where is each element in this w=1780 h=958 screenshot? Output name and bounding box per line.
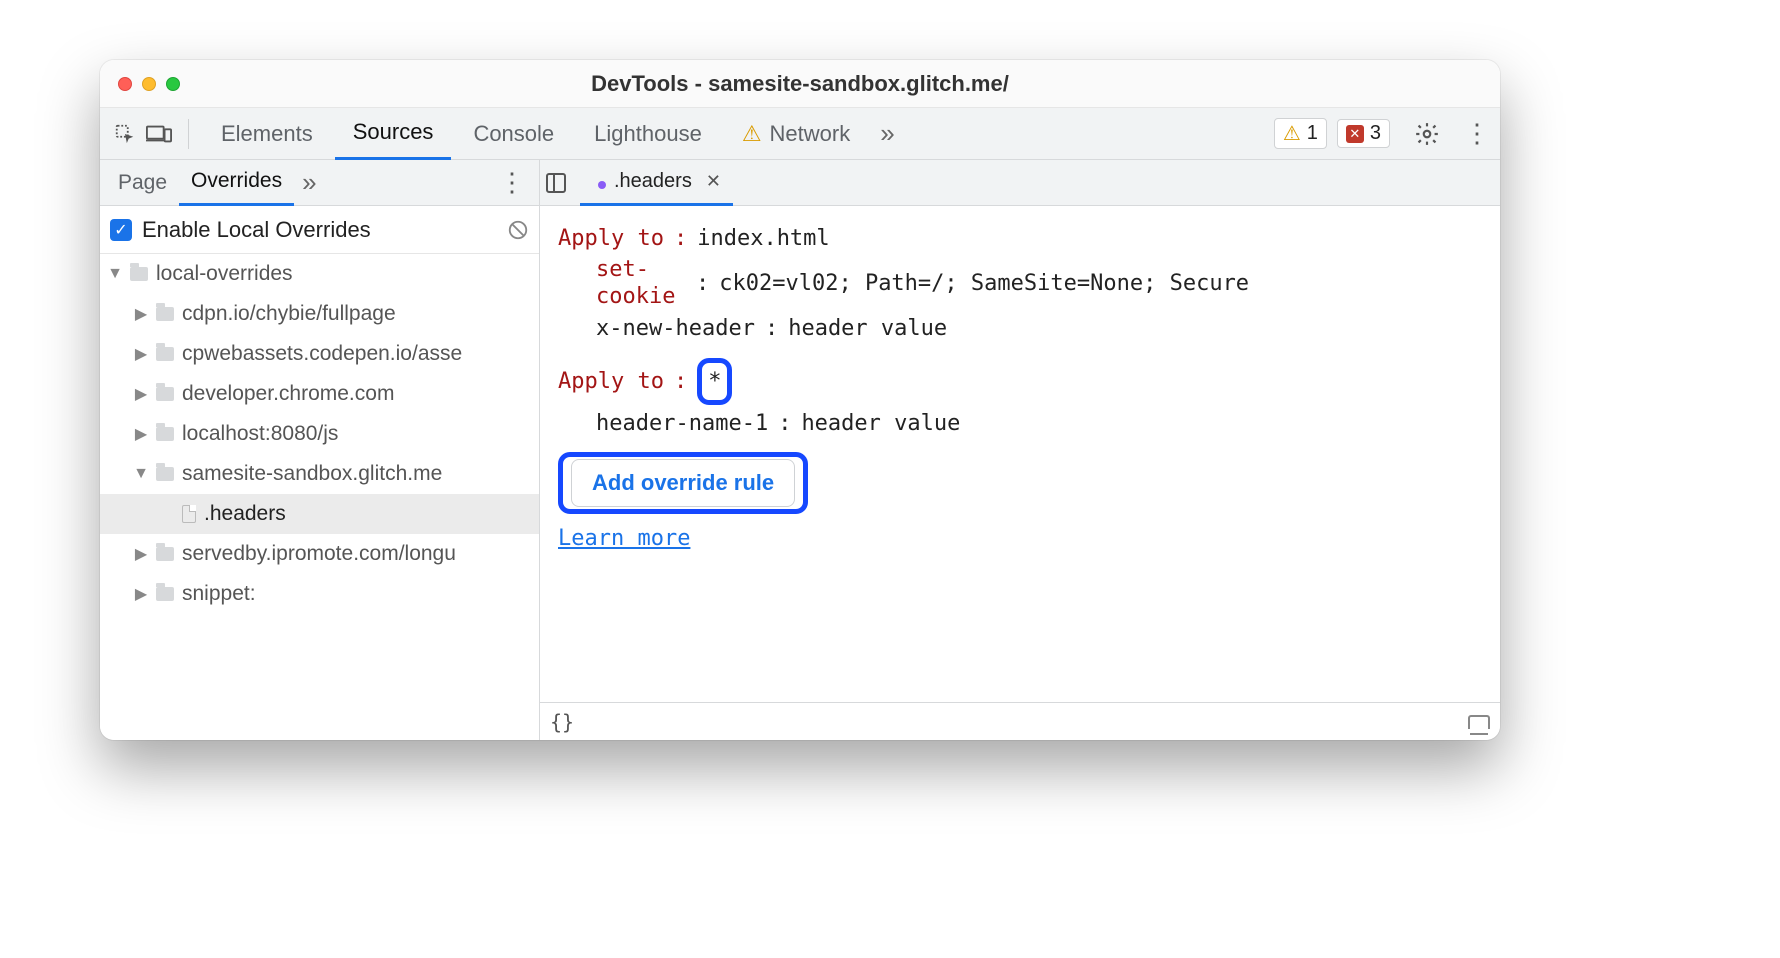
close-tab-icon[interactable]: ✕ [700, 171, 721, 192]
header-name[interactable]: set-cookie [596, 257, 686, 310]
folder-icon [156, 587, 174, 601]
header-value[interactable]: header value [801, 405, 960, 442]
tab-network[interactable]: ⚠ Network [724, 108, 868, 160]
clear-overrides-icon[interactable] [507, 219, 529, 241]
editor-pane: .headers ✕ Apply to: index.html set-cook… [540, 160, 1500, 740]
chevron-right-icon: ▶ [134, 304, 148, 324]
header-name[interactable]: header-name-1 [596, 405, 768, 442]
folder-icon [130, 267, 148, 281]
chevron-right-icon: ▶ [134, 544, 148, 564]
tree-item[interactable]: ▶localhost:8080/js [100, 414, 539, 454]
nav-more-menu-icon[interactable]: ⋮ [491, 167, 533, 198]
navigator-pane: Page Overrides » ⋮ ✓ Enable Local Overri… [100, 160, 540, 740]
content-area: Page Overrides » ⋮ ✓ Enable Local Overri… [100, 160, 1500, 740]
errors-pill[interactable]: ✕ 3 [1337, 119, 1390, 148]
folder-icon [156, 307, 174, 321]
pretty-print-icon[interactable]: {} [550, 710, 574, 734]
nav-tab-overrides[interactable]: Overrides [179, 160, 294, 206]
tab-elements[interactable]: Elements [203, 108, 331, 160]
warning-icon: ⚠ [1283, 121, 1301, 146]
device-toolbar-icon[interactable] [144, 119, 174, 149]
enable-local-overrides-row: ✓ Enable Local Overrides [100, 206, 539, 254]
tree-item[interactable]: ▶developer.chrome.com [100, 374, 539, 414]
show-drawer-icon[interactable] [1468, 715, 1490, 729]
warnings-count: 1 [1307, 122, 1318, 145]
tab-sources[interactable]: Sources [335, 108, 452, 160]
errors-count: 3 [1370, 122, 1381, 145]
titlebar: DevTools - samesite-sandbox.glitch.me/ [100, 60, 1500, 108]
tree-item[interactable]: ▶cpwebassets.codepen.io/asse [100, 334, 539, 374]
editor-tabs: .headers ✕ [540, 160, 1500, 206]
headers-editor[interactable]: Apply to: index.html set-cookie : ck02=v… [540, 206, 1500, 702]
error-icon: ✕ [1346, 125, 1364, 143]
chevron-right-icon: ▶ [134, 424, 148, 444]
folder-icon [156, 467, 174, 481]
apply-to-input-highlighted[interactable]: * [697, 358, 732, 405]
header-name[interactable]: x-new-header [596, 310, 755, 347]
tree-file-headers[interactable]: .headers [100, 494, 539, 534]
file-tab-headers[interactable]: .headers ✕ [580, 160, 733, 206]
chevron-down-icon: ▼ [108, 265, 122, 283]
tree-item[interactable]: ▶servedby.ipromote.com/longu [100, 534, 539, 574]
folder-icon [156, 347, 174, 361]
editor-footer: {} [540, 702, 1500, 740]
navigator-tabs: Page Overrides » ⋮ [100, 160, 539, 206]
tree-item[interactable]: ▶snippet: [100, 574, 539, 614]
folder-icon [156, 387, 174, 401]
more-menu-icon[interactable]: ⋮ [1464, 118, 1490, 149]
inspect-element-icon[interactable] [110, 119, 140, 149]
enable-local-overrides-label: Enable Local Overrides [142, 217, 371, 243]
apply-to-value[interactable]: index.html [697, 220, 829, 257]
header-value[interactable]: header value [788, 310, 947, 347]
chevron-right-icon: ▶ [134, 344, 148, 364]
tab-console[interactable]: Console [455, 108, 572, 160]
chevron-down-icon: ▼ [134, 465, 148, 483]
warning-icon: ⚠ [742, 121, 762, 147]
folder-icon [156, 547, 174, 561]
chevron-right-icon: ▶ [134, 384, 148, 404]
window-title: DevTools - samesite-sandbox.glitch.me/ [100, 71, 1500, 97]
devtools-window: DevTools - samesite-sandbox.glitch.me/ E… [100, 60, 1500, 740]
warnings-pill[interactable]: ⚠ 1 [1274, 118, 1327, 149]
settings-gear-icon[interactable] [1414, 121, 1440, 147]
apply-to-label: Apply to [558, 363, 664, 400]
add-override-rule-button[interactable]: Add override rule [571, 459, 795, 507]
folder-icon [156, 427, 174, 441]
enable-local-overrides-checkbox[interactable]: ✓ [110, 219, 132, 241]
chevron-right-icon: ▶ [134, 584, 148, 604]
nav-more-chevron-icon[interactable]: » [294, 167, 324, 198]
modified-dot-icon [598, 181, 606, 189]
tree-root[interactable]: ▼ local-overrides [100, 254, 539, 294]
toggle-navigator-icon[interactable] [546, 173, 566, 193]
main-toolbar: Elements Sources Console Lighthouse ⚠ Ne… [100, 108, 1500, 160]
nav-tab-page[interactable]: Page [106, 160, 179, 206]
more-tabs-chevron-icon[interactable]: » [872, 118, 902, 149]
header-value[interactable]: ck02=vl02; Path=/; SameSite=None; Secure [719, 265, 1249, 302]
learn-more-link[interactable]: Learn more [558, 520, 690, 557]
tree-item[interactable]: ▶cdpn.io/chybie/fullpage [100, 294, 539, 334]
apply-to-label: Apply to [558, 220, 664, 257]
overrides-tree: ▼ local-overrides ▶cdpn.io/chybie/fullpa… [100, 254, 539, 740]
tree-item-open[interactable]: ▼samesite-sandbox.glitch.me [100, 454, 539, 494]
tab-lighthouse[interactable]: Lighthouse [576, 108, 720, 160]
add-override-rule-highlight: Add override rule [558, 452, 808, 514]
file-icon [182, 505, 196, 523]
